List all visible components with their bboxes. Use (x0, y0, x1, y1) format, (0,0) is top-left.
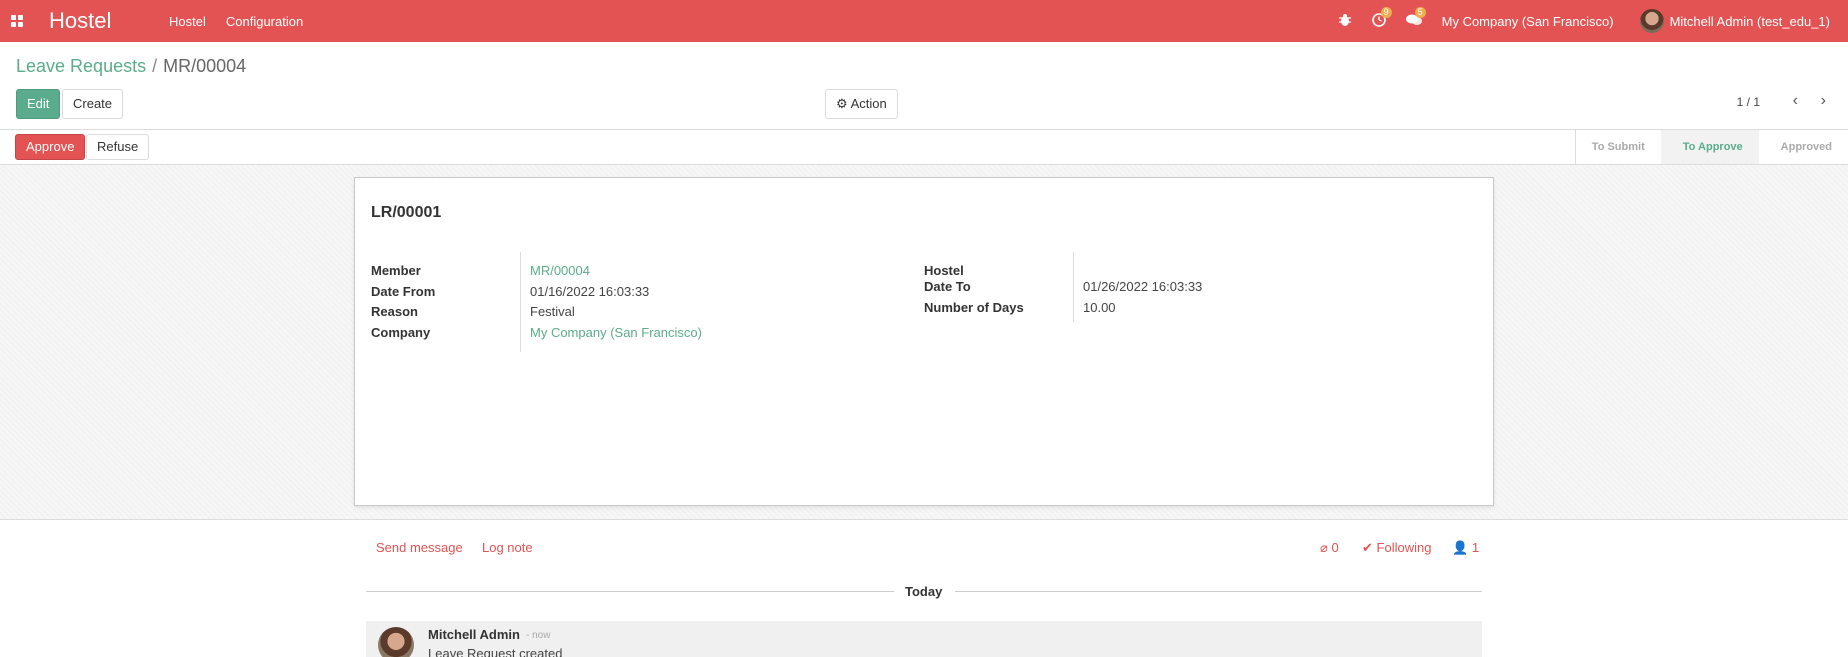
stage-approved[interactable]: Approved (1758, 130, 1848, 164)
chevron-left-icon[interactable]: ‹ (1793, 92, 1798, 110)
apps-menu-icon[interactable] (0, 0, 34, 42)
company-label: Company (371, 325, 431, 340)
message-author[interactable]: Mitchell Admin (428, 627, 520, 642)
activity-clock-icon[interactable]: 9 (1371, 6, 1392, 30)
menu-hostel[interactable]: Hostel (169, 14, 206, 29)
refuse-button[interactable]: Refuse (86, 134, 150, 160)
attachments-count: 0 (1331, 540, 1339, 555)
status-bar: Approve Refuse To Submit To Approve Appr… (0, 130, 1848, 165)
log-note-button[interactable]: Log note (482, 540, 533, 555)
breadcrumb: Leave Requests / MR/00004 (16, 56, 247, 76)
approve-button[interactable]: Approve (15, 134, 86, 160)
debug-icon[interactable] (1338, 13, 1352, 30)
pager-value[interactable]: 1 / 1 (1737, 95, 1760, 109)
today-divider-right (955, 591, 1482, 592)
messages-badge: 5 (1414, 6, 1426, 18)
user-menu[interactable]: Mitchell Admin (test_edu_1) (1639, 9, 1830, 33)
stage-to-approve[interactable]: To Approve (1660, 130, 1759, 164)
create-button[interactable]: Create (62, 89, 124, 119)
top-navbar: Hostel Hostel Configuration 9 5 My Compa… (0, 0, 1848, 42)
attachments-button[interactable]: ⌀ 0 (1320, 540, 1339, 556)
record-title: LR/00001 (371, 204, 442, 221)
stage-to-submit[interactable]: To Submit (1575, 130, 1661, 164)
user-avatar (1639, 9, 1664, 33)
user-icon: 👤 (1452, 540, 1469, 555)
date-from-value: 01/16/2022 16:03:33 (530, 284, 650, 299)
followers-count: 1 (1471, 540, 1480, 555)
number-of-days-label: Number of Days (924, 300, 1024, 315)
today-label: Today (905, 584, 943, 599)
stage-pipeline: To Submit To Approve Approved (1574, 130, 1848, 164)
check-icon: ✔ (1362, 540, 1373, 555)
following-button[interactable]: ✔ Following (1362, 540, 1431, 556)
message-time: - now (526, 630, 551, 641)
form-sheet: LR/00001 Member MR/00004 Date From 01/16… (354, 177, 1494, 506)
chatter-message: Mitchell Admin - now Leave Request creat… (366, 621, 1482, 657)
action-button[interactable]: ⚙ Action (825, 89, 898, 119)
breadcrumb-leave-requests[interactable]: Leave Requests (16, 56, 146, 76)
date-to-value: 01/26/2022 16:03:33 (1083, 279, 1203, 294)
number-of-days-value: 10.00 (1083, 300, 1116, 315)
messages-icon[interactable]: 5 (1405, 6, 1426, 30)
send-message-button[interactable]: Send message (376, 540, 463, 555)
hostel-label: Hostel (924, 263, 964, 278)
activity-badge: 9 (1380, 6, 1392, 18)
menu-configuration[interactable]: Configuration (226, 14, 303, 29)
date-to-label: Date To (924, 279, 971, 294)
following-label: Following (1376, 540, 1432, 555)
reason-value: Festival (530, 304, 575, 319)
control-panel: Leave Requests / MR/00004 Edit Create ⚙ Ac… (0, 42, 1848, 130)
company-value[interactable]: My Company (San Francisco) (530, 325, 702, 340)
action-label: Action (850, 96, 887, 111)
app-brand[interactable]: Hostel (49, 8, 149, 34)
today-divider-left (366, 591, 894, 592)
gear-icon: ⚙ (836, 96, 848, 111)
field-divider-right (1073, 252, 1074, 322)
followers-button[interactable]: 👤 1 (1452, 540, 1479, 556)
chevron-right-icon[interactable]: › (1821, 92, 1826, 110)
paperclip-icon: ⌀ (1320, 540, 1328, 555)
company-switcher[interactable]: My Company (San Francisco) (1442, 14, 1614, 29)
user-name: Mitchell Admin (test_edu_1) (1669, 13, 1830, 29)
reason-label: Reason (371, 304, 418, 319)
breadcrumb-current: MR/00004 (163, 56, 247, 76)
message-avatar[interactable] (378, 627, 414, 657)
field-divider-left (520, 252, 521, 352)
date-from-label: Date From (371, 284, 436, 299)
member-value[interactable]: MR/00004 (530, 263, 590, 278)
member-label: Member (371, 263, 421, 278)
message-body: Leave Request created (428, 646, 563, 657)
edit-button[interactable]: Edit (16, 89, 61, 119)
